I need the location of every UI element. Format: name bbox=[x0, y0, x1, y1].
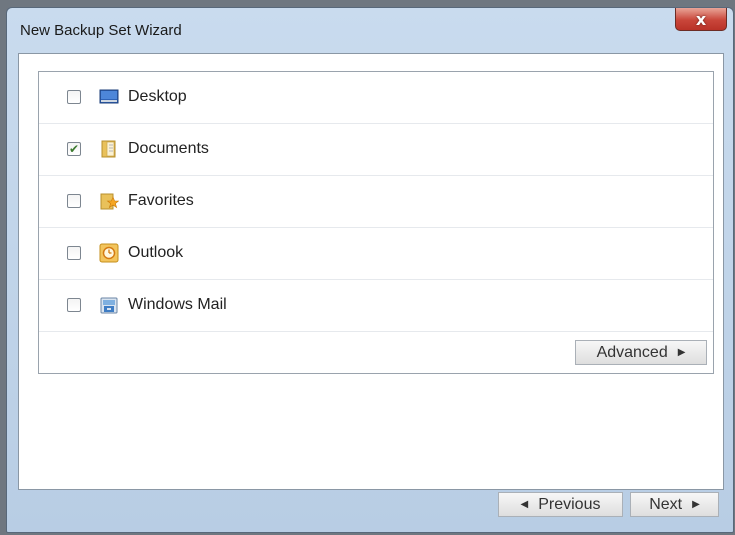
next-label: Next bbox=[649, 495, 683, 513]
window-title: New Backup Set Wizard bbox=[20, 22, 182, 39]
wizard-window: New Backup Set Wizard x Desktop ✔ Docume… bbox=[6, 7, 734, 533]
list-item-documents[interactable]: ✔ Documents bbox=[39, 124, 713, 176]
title-bar[interactable]: New Backup Set Wizard x bbox=[7, 8, 733, 48]
windows-mail-checkbox[interactable] bbox=[67, 298, 81, 312]
advanced-label: Advanced bbox=[596, 343, 668, 361]
desktop-checkbox[interactable] bbox=[67, 90, 81, 104]
list-item-favorites[interactable]: Favorites bbox=[39, 176, 713, 228]
close-button[interactable]: x bbox=[675, 8, 727, 31]
arrow-left-icon: ◀ bbox=[520, 499, 529, 510]
list-item-label: Documents bbox=[128, 140, 209, 157]
outlook-icon bbox=[99, 243, 119, 263]
list-item-outlook[interactable]: Outlook bbox=[39, 228, 713, 280]
favorites-folder-icon bbox=[100, 193, 119, 210]
outlook-checkbox[interactable] bbox=[67, 246, 81, 260]
previous-label: Previous bbox=[538, 495, 601, 513]
backup-source-list: Desktop ✔ Documents Favorites Outlook Wi… bbox=[38, 71, 714, 374]
favorites-checkbox[interactable] bbox=[67, 194, 81, 208]
windows-mail-icon bbox=[100, 297, 118, 314]
list-item-label: Outlook bbox=[128, 244, 184, 261]
list-item-label: Windows Mail bbox=[128, 296, 227, 313]
check-mark-icon: ✔ bbox=[68, 142, 80, 156]
arrow-right-icon: ▶ bbox=[677, 347, 686, 358]
list-item-label: Desktop bbox=[128, 88, 187, 105]
wizard-content: Desktop ✔ Documents Favorites Outlook Wi… bbox=[18, 53, 724, 490]
advanced-button[interactable]: Advanced ▶ bbox=[575, 340, 707, 365]
list-item-label: Favorites bbox=[128, 192, 194, 209]
documents-checkbox[interactable]: ✔ bbox=[67, 142, 81, 156]
documents-folder-icon bbox=[101, 140, 116, 158]
close-icon: x bbox=[695, 9, 707, 29]
desktop-icon bbox=[99, 89, 119, 104]
list-item-windows-mail[interactable]: Windows Mail bbox=[39, 280, 713, 332]
next-button[interactable]: Next ▶ bbox=[630, 492, 719, 517]
list-item-desktop[interactable]: Desktop bbox=[39, 72, 713, 124]
arrow-right-icon: ▶ bbox=[692, 499, 700, 510]
previous-button[interactable]: ◀ Previous bbox=[498, 492, 623, 517]
